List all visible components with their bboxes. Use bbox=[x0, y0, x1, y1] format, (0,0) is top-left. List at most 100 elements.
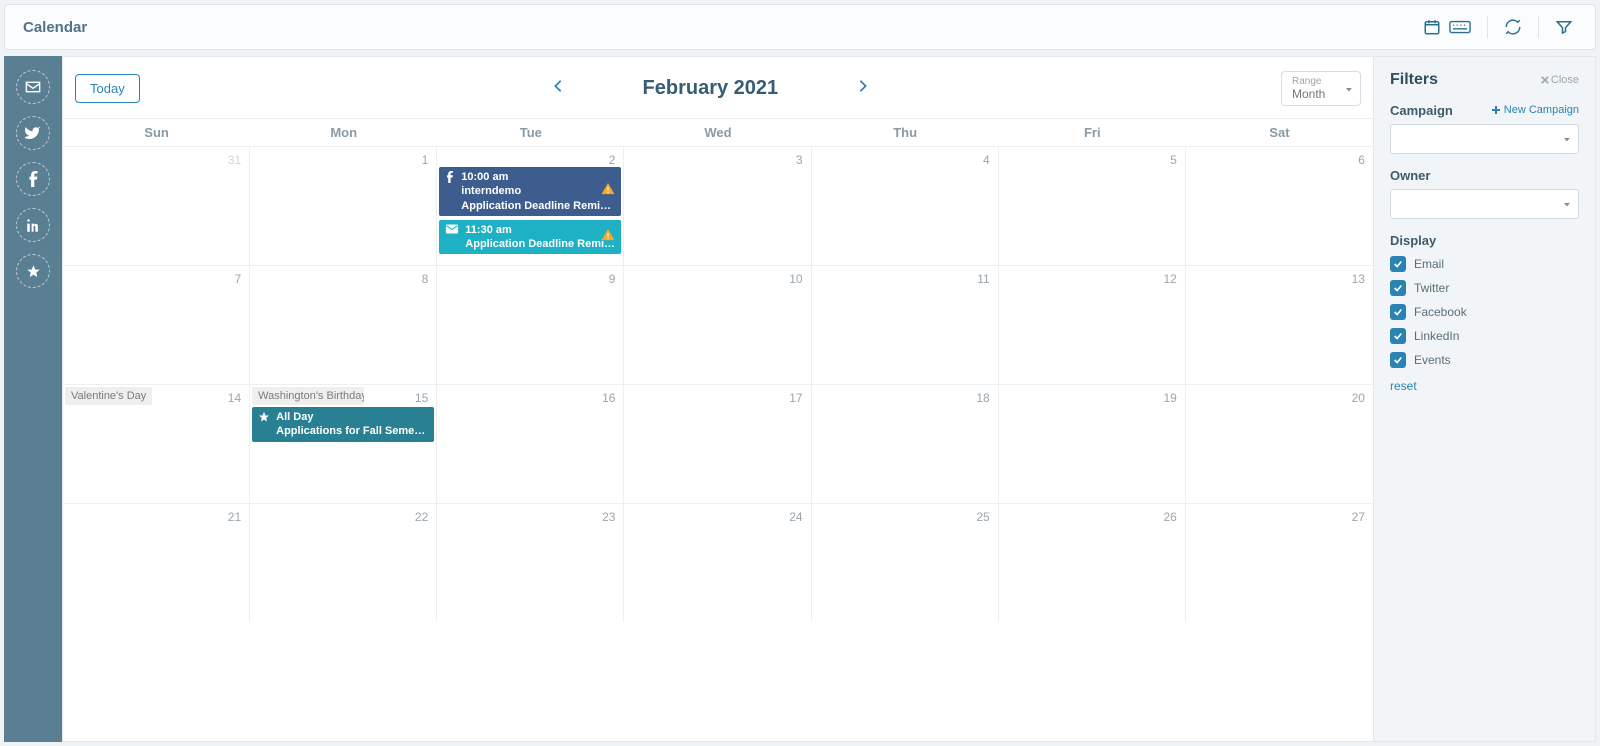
campaign-label: Campaign bbox=[1390, 103, 1453, 118]
day-number: 8 bbox=[422, 272, 429, 286]
rail-email-icon[interactable] bbox=[16, 70, 50, 104]
filters-title: Filters bbox=[1390, 71, 1438, 89]
checkbox-icon bbox=[1390, 256, 1406, 272]
calendar-cell[interactable]: 7 bbox=[63, 265, 250, 384]
checkbox-label: Twitter bbox=[1414, 281, 1449, 295]
day-number: 2 bbox=[609, 153, 616, 167]
day-number: 22 bbox=[415, 510, 428, 524]
calendar-cell[interactable]: 25 bbox=[812, 503, 999, 622]
calendar-event[interactable]: 11:30 amApplication Deadline Reminder bbox=[439, 220, 621, 255]
close-filters-button[interactable]: Close bbox=[1541, 74, 1579, 86]
calendar-cell[interactable]: 20 bbox=[1186, 384, 1373, 503]
calendar-cell[interactable]: 24 bbox=[624, 503, 811, 622]
calendar-icon[interactable] bbox=[1419, 14, 1445, 40]
page-title: Calendar bbox=[23, 19, 87, 36]
calendar-cell[interactable]: 18 bbox=[812, 384, 999, 503]
separator bbox=[1538, 16, 1539, 38]
range-label: Range bbox=[1292, 76, 1334, 87]
calendar-cell[interactable]: 23 bbox=[437, 503, 624, 622]
calendar-cell[interactable]: 3 bbox=[624, 146, 811, 265]
calendar-cell[interactable]: 2 10:00 aminterndemoApplication Deadline … bbox=[437, 146, 624, 265]
calendar-cell[interactable]: 9 bbox=[437, 265, 624, 384]
rail-twitter-icon[interactable] bbox=[16, 116, 50, 150]
dow-header: Tue bbox=[437, 119, 624, 146]
day-number: 19 bbox=[1163, 391, 1176, 405]
calendar-cell[interactable]: 15Washington's BirthdayAll DayApplicatio… bbox=[250, 384, 437, 503]
calendar-cell[interactable]: 11 bbox=[812, 265, 999, 384]
facebook-icon bbox=[445, 171, 455, 187]
new-campaign-button[interactable]: New Campaign bbox=[1491, 104, 1579, 116]
display-checkbox[interactable]: LinkedIn bbox=[1390, 328, 1579, 344]
display-checkbox[interactable]: Facebook bbox=[1390, 304, 1579, 320]
prev-month-button[interactable] bbox=[553, 79, 563, 98]
calendar-cell[interactable]: 17 bbox=[624, 384, 811, 503]
day-number: 15 bbox=[415, 391, 428, 405]
calendar-event[interactable]: 10:00 aminterndemoApplication Deadline R… bbox=[439, 167, 621, 216]
day-number: 31 bbox=[228, 153, 241, 167]
calendar-cell[interactable]: 19 bbox=[999, 384, 1186, 503]
rail-facebook-icon[interactable] bbox=[16, 162, 50, 196]
day-number: 3 bbox=[796, 153, 803, 167]
calendar-cell[interactable]: 5 bbox=[999, 146, 1186, 265]
calendar-cell[interactable]: 16 bbox=[437, 384, 624, 503]
rail-star-icon[interactable] bbox=[16, 254, 50, 288]
day-number: 13 bbox=[1352, 272, 1365, 286]
calendar-cell[interactable]: 14Valentine's Day bbox=[63, 384, 250, 503]
range-value: Month bbox=[1292, 87, 1334, 101]
day-number: 17 bbox=[789, 391, 802, 405]
topbar-tools bbox=[1419, 14, 1577, 40]
calendar-header: Today February 2021 Range Month bbox=[63, 57, 1373, 119]
checkbox-icon bbox=[1390, 352, 1406, 368]
today-button[interactable]: Today bbox=[75, 74, 140, 103]
calendar-cell[interactable]: 1 bbox=[250, 146, 437, 265]
holiday-badge: Valentine's Day bbox=[65, 387, 152, 405]
day-number: 11 bbox=[977, 272, 989, 286]
calendar-cell[interactable]: 13 bbox=[1186, 265, 1373, 384]
calendar: Today February 2021 Range Month SunMonTu… bbox=[62, 56, 1374, 742]
calendar-cell[interactable]: 26 bbox=[999, 503, 1186, 622]
calendar-cell[interactable]: 27 bbox=[1186, 503, 1373, 622]
calendar-cell[interactable]: 4 bbox=[812, 146, 999, 265]
checkbox-icon bbox=[1390, 280, 1406, 296]
display-checkbox[interactable]: Events bbox=[1390, 352, 1579, 368]
dow-row: SunMonTueWedThuFriSat bbox=[63, 119, 1373, 146]
day-number: 9 bbox=[609, 272, 616, 286]
refresh-icon[interactable] bbox=[1500, 14, 1526, 40]
event-text: All DayApplications for Fall Semester bbox=[276, 410, 426, 439]
day-number: 4 bbox=[983, 153, 990, 167]
range-select[interactable]: Range Month bbox=[1281, 71, 1361, 106]
month-title: February 2021 bbox=[643, 77, 779, 100]
event-text: 10:00 aminterndemoApplication Deadline R… bbox=[461, 170, 611, 213]
checkbox-icon bbox=[1390, 304, 1406, 320]
day-number: 16 bbox=[602, 391, 615, 405]
calendar-cell[interactable]: 12 bbox=[999, 265, 1186, 384]
day-number: 1 bbox=[422, 153, 429, 167]
owner-select[interactable] bbox=[1390, 189, 1579, 219]
calendar-event[interactable]: All DayApplications for Fall Semester bbox=[252, 407, 434, 442]
calendar-cell[interactable]: 21 bbox=[63, 503, 250, 622]
day-number: 7 bbox=[234, 272, 241, 286]
campaign-select[interactable] bbox=[1390, 124, 1579, 154]
display-checkbox[interactable]: Twitter bbox=[1390, 280, 1579, 296]
rail-linkedin-icon[interactable] bbox=[16, 208, 50, 242]
calendar-cell[interactable]: 10 bbox=[624, 265, 811, 384]
calendar-cell[interactable]: 8 bbox=[250, 265, 437, 384]
calendar-title-block: February 2021 bbox=[553, 77, 869, 100]
day-number: 24 bbox=[789, 510, 802, 524]
display-checkbox[interactable]: Email bbox=[1390, 256, 1579, 272]
day-number: 20 bbox=[1352, 391, 1365, 405]
checkbox-label: LinkedIn bbox=[1414, 329, 1459, 343]
siderail bbox=[4, 56, 62, 742]
calendar-cell[interactable]: 6 bbox=[1186, 146, 1373, 265]
calendar-cell[interactable]: 22 bbox=[250, 503, 437, 622]
keyboard-icon[interactable] bbox=[1445, 16, 1475, 38]
separator bbox=[1487, 16, 1488, 38]
warning-icon bbox=[601, 228, 615, 246]
calendar-cell[interactable]: 31 bbox=[63, 146, 250, 265]
reset-button[interactable]: reset bbox=[1390, 379, 1417, 393]
day-number: 23 bbox=[602, 510, 615, 524]
filter-icon[interactable] bbox=[1551, 14, 1577, 40]
checkbox-label: Email bbox=[1414, 257, 1444, 271]
dow-header: Fri bbox=[999, 119, 1186, 146]
next-month-button[interactable] bbox=[858, 79, 868, 98]
